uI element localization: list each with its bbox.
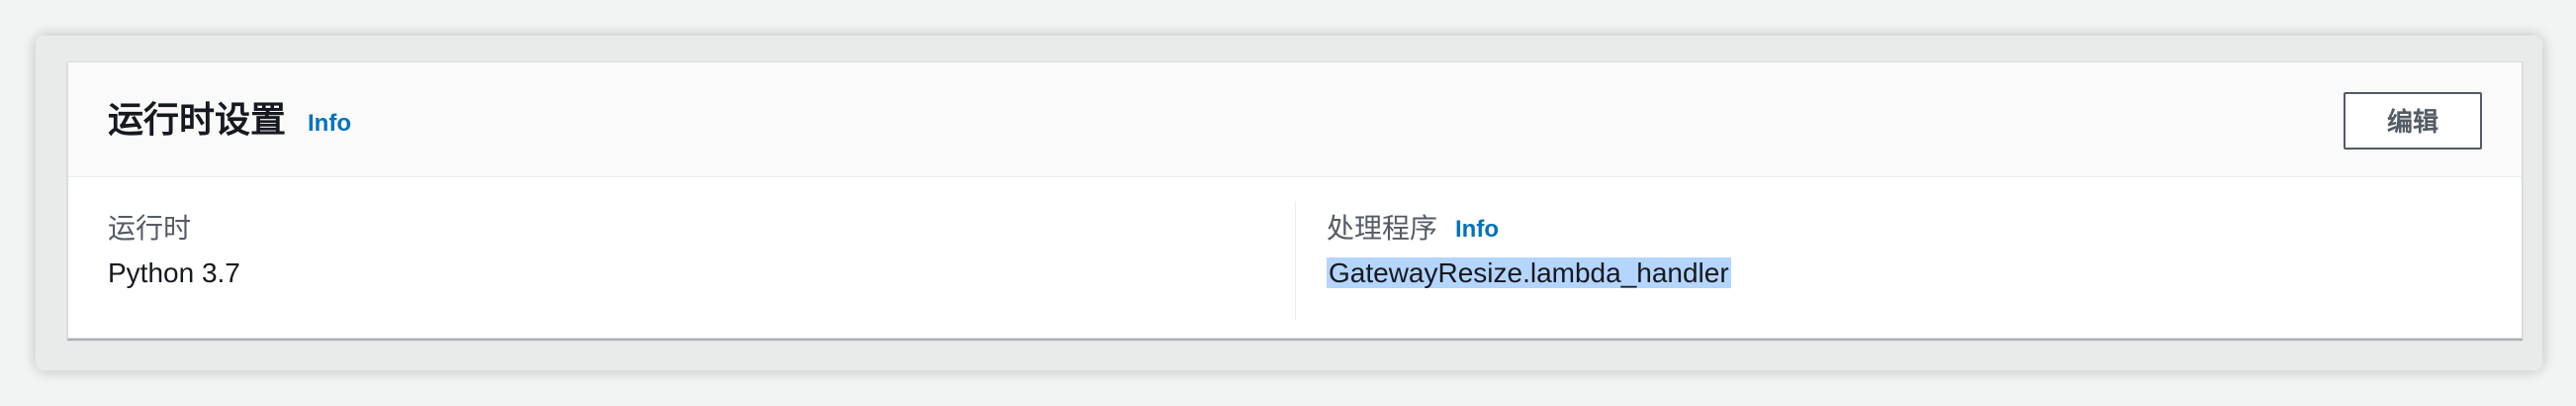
column-divider (1295, 201, 1296, 320)
runtime-settings-container: 运行时设置 Info 编辑 运行时 Python 3.7 处理程序 Info G… (36, 36, 2542, 370)
runtime-label: 运行时 (108, 213, 192, 244)
title-info-link[interactable]: Info (308, 110, 351, 138)
handler-value[interactable]: GatewayResize.lambda_handler (1327, 257, 1731, 288)
runtime-settings-panel: 运行时设置 Info 编辑 运行时 Python 3.7 处理程序 Info G… (67, 61, 2523, 339)
handler-value-container: GatewayResize.lambda_handler (1327, 254, 1731, 292)
edit-button[interactable]: 编辑 (2344, 92, 2482, 150)
panel-title: 运行时设置 (108, 99, 287, 140)
handler-label: 处理程序 (1327, 213, 1438, 244)
panel-header: 运行时设置 Info 编辑 (68, 62, 2522, 177)
handler-info-link[interactable]: Info (1455, 216, 1499, 244)
runtime-value: Python 3.7 (108, 257, 240, 288)
